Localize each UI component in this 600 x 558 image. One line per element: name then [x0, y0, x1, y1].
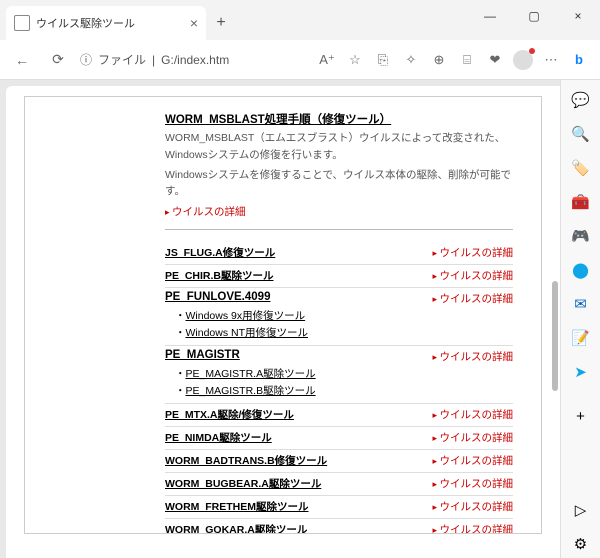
office-icon[interactable]: ⬤	[567, 256, 595, 284]
minimize-button[interactable]: —	[468, 0, 512, 32]
featured-section: WORM_MSBLAST処理手順（修復ツール） WORM_MSBLAST（エムエ…	[165, 111, 513, 230]
send-icon[interactable]: ➤	[567, 358, 595, 386]
tool-title-link[interactable]: WORM_BUGBEAR.A駆除ツール	[165, 476, 321, 491]
window-controls: — ▢ ×	[468, 0, 600, 32]
tool-detail-link[interactable]: ウイルスの詳細	[432, 407, 513, 422]
tool-title-link[interactable]: PE_MTX.A駆除/修復ツール	[165, 407, 294, 422]
edge-sidebar: 💬 🔍 🏷️ 🧰 🎮 ⬤ ✉ 📝 ➤ + ▷ ⚙	[560, 80, 600, 558]
featured-detail-link[interactable]: ウイルスの詳細	[165, 206, 246, 218]
toolbox-icon[interactable]: 🧰	[567, 188, 595, 216]
tool-title-link[interactable]: JS_FLUG.A修復ツール	[165, 245, 275, 260]
page-icon	[14, 15, 30, 31]
extensions-icon[interactable]: ⌸	[454, 46, 480, 74]
tool-row: WORM_FRETHEM駆除ツール ウイルスの詳細	[165, 496, 513, 519]
copilot-icon[interactable]: b	[566, 46, 592, 74]
search-icon[interactable]: 🔍	[567, 120, 595, 148]
tool-detail-link[interactable]: ウイルスの詳細	[432, 268, 513, 283]
featured-desc-2: Windowsシステムを修復することで、ウイルス本体の駆除、削除が可能です。	[165, 167, 513, 201]
maximize-button[interactable]: ▢	[512, 0, 556, 32]
outlook-icon[interactable]: ✉	[567, 290, 595, 318]
favorites-list-icon[interactable]: ✧	[398, 46, 424, 74]
tool-title-link[interactable]: WORM_GOKAR.A駆除ツール	[165, 522, 307, 534]
note-icon[interactable]: 📝	[567, 324, 595, 352]
tool-row: WORM_BUGBEAR.A駆除ツール ウイルスの詳細	[165, 473, 513, 496]
featured-title-link[interactable]: WORM_MSBLAST処理手順（修復ツール）	[165, 111, 513, 127]
tool-detail-link[interactable]: ウイルスの詳細	[432, 291, 513, 306]
info-icon: ⓘ	[80, 51, 92, 68]
tool-detail-link[interactable]: ウイルスの詳細	[432, 499, 513, 514]
sub-tool-link[interactable]: Windows NT用修復ツール	[186, 327, 309, 339]
featured-desc-1: WORM_MSBLAST（エムエスブラスト）ウイルスによって改変された、Wind…	[165, 130, 513, 164]
tool-detail-link[interactable]: ウイルスの詳細	[432, 349, 513, 364]
address-separator: |	[152, 53, 155, 67]
games-icon[interactable]: 🎮	[567, 222, 595, 250]
tool-detail-link[interactable]: ウイルスの詳細	[432, 430, 513, 445]
tool-group-title: PE_MAGISTR	[165, 349, 240, 364]
tool-detail-link[interactable]: ウイルスの詳細	[432, 522, 513, 534]
reading-mode-icon[interactable]: A⁺	[314, 46, 340, 74]
profile-avatar[interactable]	[510, 46, 536, 74]
sync-icon[interactable]: ⎘	[370, 46, 396, 74]
tool-row: PE_MTX.A駆除/修復ツール ウイルスの詳細	[165, 404, 513, 427]
scrollbar-thumb[interactable]	[552, 281, 558, 391]
scrollbar[interactable]	[550, 96, 558, 548]
shopping-tag-icon[interactable]: 🏷️	[567, 154, 595, 182]
settings-icon[interactable]: ⚙	[567, 530, 595, 558]
address-bar[interactable]: ⓘ ファイル | G:/index.htm	[80, 51, 230, 68]
new-tab-button[interactable]: +	[206, 8, 236, 38]
tool-title-link[interactable]: WORM_FRETHEM駆除ツール	[165, 499, 309, 514]
titlebar: ウイルス駆除ツール × + — ▢ ×	[0, 0, 600, 40]
tool-group: PE_MAGISTR ウイルスの詳細 PE_MAGISTR.A駆除ツール PE_MAG…	[165, 346, 513, 404]
tool-detail-link[interactable]: ウイルスの詳細	[432, 245, 513, 260]
tool-row: WORM_BADTRANS.B修復ツール ウイルスの詳細	[165, 450, 513, 473]
tab-title: ウイルス駆除ツール	[36, 15, 184, 31]
tool-row: WORM_GOKAR.A駆除ツール ウイルスの詳細	[165, 519, 513, 534]
wellbeing-icon[interactable]: ❤	[482, 46, 508, 74]
toolbar: ← ⟳ ⓘ ファイル | G:/index.htm A⁺ ☆ ⎘ ✧ ⊕ ⌸ ❤…	[0, 40, 600, 80]
refresh-button[interactable]: ⟳	[44, 46, 72, 74]
address-path: G:/index.htm	[161, 53, 229, 67]
collections-icon[interactable]: ⊕	[426, 46, 452, 74]
more-menu-icon[interactable]: ⋯	[538, 46, 564, 74]
tool-detail-link[interactable]: ウイルスの詳細	[432, 453, 513, 468]
tool-title-link[interactable]: PE_NIMDA駆除ツール	[165, 430, 272, 445]
add-sidebar-icon[interactable]: +	[567, 402, 595, 430]
tool-title-link[interactable]: PE_CHIR.B駆除ツール	[165, 268, 274, 283]
browser-tab[interactable]: ウイルス駆除ツール ×	[6, 6, 206, 40]
tool-row: PE_NIMDA駆除ツール ウイルスの詳細	[165, 427, 513, 450]
tool-row: PE_CHIR.B駆除ツール ウイルスの詳細	[165, 265, 513, 288]
tool-detail-link[interactable]: ウイルスの詳細	[432, 476, 513, 491]
back-button[interactable]: ←	[8, 46, 36, 74]
address-kind: ファイル	[98, 51, 146, 68]
close-tab-icon[interactable]: ×	[190, 15, 198, 31]
tool-row: JS_FLUG.A修復ツール ウイルスの詳細	[165, 242, 513, 265]
sub-tool-link[interactable]: PE_MAGISTR.A駆除ツール	[186, 368, 316, 380]
favorite-icon[interactable]: ☆	[342, 46, 368, 74]
tool-group: PE_FUNLOVE.4099 ウイルスの詳細 Windows 9x用修復ツール Wi…	[165, 288, 513, 346]
tool-group-title: PE_FUNLOVE.4099	[165, 291, 270, 306]
sub-tool-link[interactable]: PE_MAGISTR.B駆除ツール	[186, 385, 316, 397]
chat-icon[interactable]: 💬	[567, 86, 595, 114]
close-window-button[interactable]: ×	[556, 0, 600, 32]
page-content: WORM_MSBLAST処理手順（修復ツール） WORM_MSBLAST（エムエ…	[6, 86, 560, 558]
tool-title-link[interactable]: WORM_BADTRANS.B修復ツール	[165, 453, 327, 468]
sub-tool-link[interactable]: Windows 9x用修復ツール	[186, 310, 306, 322]
hide-sidebar-icon[interactable]: ▷	[567, 496, 595, 524]
